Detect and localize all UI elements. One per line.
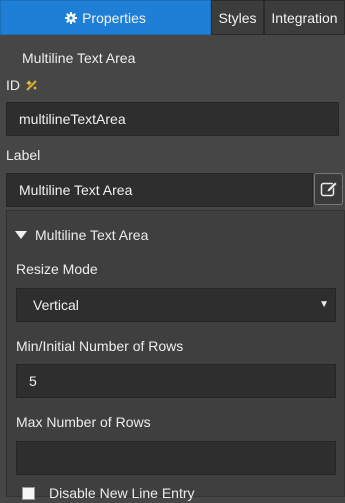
component-title: Multiline Text Area [22,50,136,66]
chevron-down-icon: ▼ [319,299,329,310]
tab-bar: Properties Styles Integration [0,0,345,35]
label-input[interactable]: Multiline Text Area [6,173,313,207]
edit-label-button[interactable] [314,173,343,205]
gear-icon [65,11,78,24]
label-field-label: Label [6,147,41,163]
resize-mode-label: Resize Mode [16,261,98,277]
tab-styles[interactable]: Styles [211,0,264,35]
resize-mode-value: Vertical [33,297,79,313]
section-header[interactable]: Multiline Text Area [7,224,344,246]
id-label: ID [6,77,20,93]
tab-properties-label: Properties [82,9,146,26]
tab-styles-label: Styles [218,9,257,26]
label-row: Multiline Text Area [6,173,343,207]
section-title: Multiline Text Area [35,227,149,243]
id-label-row: ID [0,76,345,94]
max-rows-input[interactable] [16,441,336,475]
min-rows-label: Min/Initial Number of Rows [16,338,184,354]
id-input[interactable]: multilineTextArea [6,102,339,136]
max-rows-label: Max Number of Rows [16,414,151,430]
tab-integration[interactable]: Integration [264,0,345,35]
edit-icon [320,181,337,197]
min-rows-input[interactable]: 5 [16,364,336,398]
tab-integration-label: Integration [271,9,338,26]
disable-new-line-row[interactable]: Disable New Line Entry [7,483,344,503]
collapse-triangle-icon [15,231,27,239]
disable-new-line-label: Disable New Line Entry [49,485,195,501]
magic-wand-icon[interactable] [25,78,39,92]
disable-new-line-checkbox[interactable] [22,486,35,500]
tab-properties[interactable]: Properties [0,0,211,35]
multiline-settings-panel: Multiline Text Area Resize Mode Vertical… [6,210,345,501]
resize-mode-select[interactable]: Vertical ▼ [16,288,336,322]
